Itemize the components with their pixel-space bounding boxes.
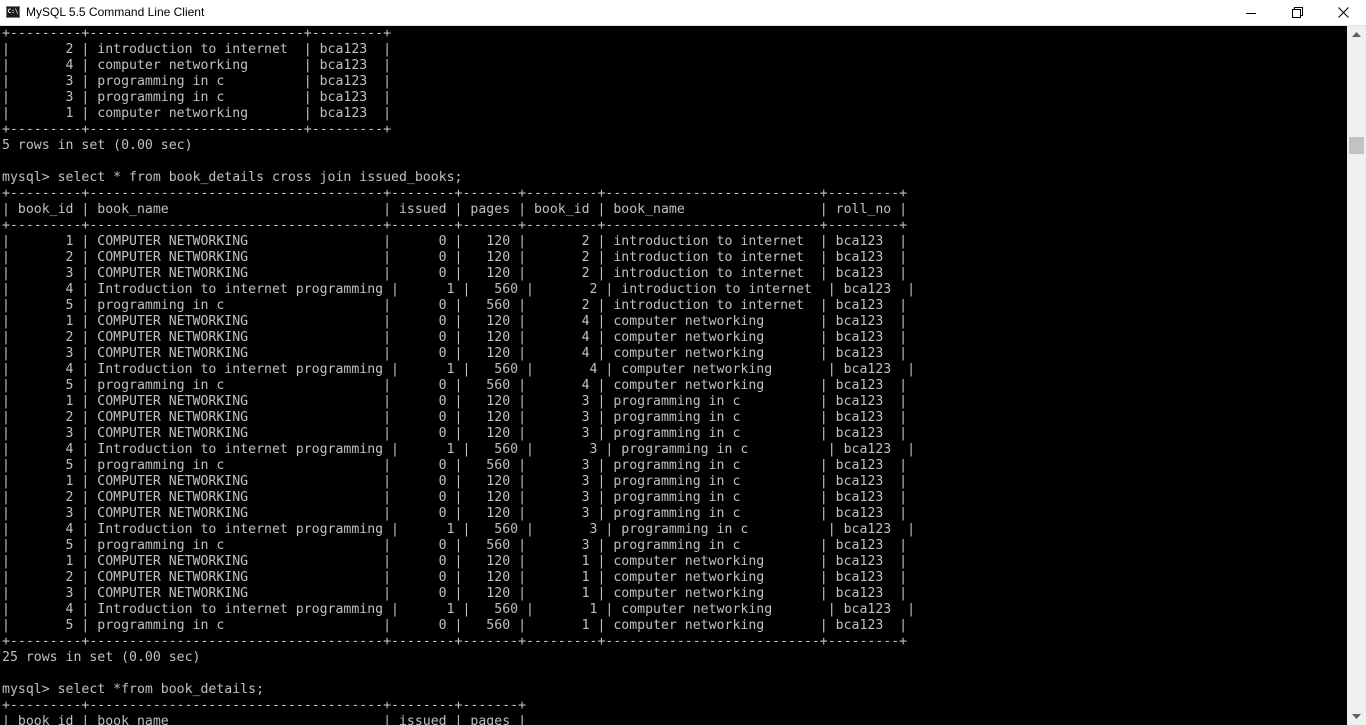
title-bar[interactable]: C:\ MySQL 5.5 Command Line Client <box>0 0 1366 26</box>
scrollbar-thumb[interactable] <box>1349 137 1364 154</box>
minimize-icon <box>1246 13 1256 14</box>
terminal-line: | 2 | COMPUTER NETWORKING | 0 | 120 | 3 … <box>2 490 908 505</box>
terminal-line: mysql> select * from book_details cross … <box>2 170 463 185</box>
terminal-line: | 3 | COMPUTER NETWORKING | 0 | 120 | 3 … <box>2 506 908 521</box>
terminal-line: | 5 | programming in c | 0 | 560 | 3 | p… <box>2 458 908 473</box>
terminal-line: +---------+-----------------------------… <box>2 634 908 649</box>
terminal-line: | 1 | computer networking | bca123 | <box>2 106 392 121</box>
scroll-down-arrow-icon <box>1352 714 1361 719</box>
terminal-line: +---------+---------------------------+-… <box>2 26 392 41</box>
restore-button[interactable] <box>1274 0 1320 25</box>
terminal-line: | 2 | COMPUTER NETWORKING | 0 | 120 | 4 … <box>2 330 908 345</box>
terminal-line: | 3 | programming in c | bca123 | <box>2 90 392 105</box>
terminal-icon: C:\ <box>6 6 20 18</box>
terminal-line: 5 rows in set (0.00 sec) <box>2 138 193 153</box>
minimize-button[interactable] <box>1228 0 1274 25</box>
terminal-line: | 2 | COMPUTER NETWORKING | 0 | 120 | 3 … <box>2 410 908 425</box>
terminal-line: | 2 | COMPUTER NETWORKING | 0 | 120 | 1 … <box>2 570 908 585</box>
terminal-line: | 5 | programming in c | 0 | 560 | 3 | p… <box>2 538 908 553</box>
terminal-line: | 4 | computer networking | bca123 | <box>2 58 392 73</box>
window-title: MySQL 5.5 Command Line Client <box>26 5 205 19</box>
terminal-line: | 5 | programming in c | 0 | 560 | 4 | c… <box>2 378 908 393</box>
terminal-line: | 4 | Introduction to internet programmi… <box>2 282 916 297</box>
scroll-down-button[interactable] <box>1347 708 1366 725</box>
terminal-line: | 5 | programming in c | 0 | 560 | 1 | c… <box>2 618 908 633</box>
terminal-line: | 5 | programming in c | 0 | 560 | 2 | i… <box>2 298 908 313</box>
terminal-line: | 2 | COMPUTER NETWORKING | 0 | 120 | 2 … <box>2 250 908 265</box>
scroll-up-arrow-icon <box>1352 32 1361 37</box>
terminal-line: | 1 | COMPUTER NETWORKING | 0 | 120 | 2 … <box>2 234 908 249</box>
terminal-line: | book_id | book_name | issued | pages | <box>2 714 527 725</box>
terminal-line: +---------+---------------------------+-… <box>2 122 392 137</box>
terminal-line: +---------+-----------------------------… <box>2 186 908 201</box>
terminal-line: | 4 | Introduction to internet programmi… <box>2 522 916 537</box>
terminal-line: | 4 | Introduction to internet programmi… <box>2 362 916 377</box>
terminal-line: | 3 | COMPUTER NETWORKING | 0 | 120 | 1 … <box>2 586 908 601</box>
terminal-line: +---------+-----------------------------… <box>2 698 527 713</box>
close-button[interactable] <box>1320 0 1366 25</box>
terminal-line: | 3 | programming in c | bca123 | <box>2 74 392 89</box>
terminal-line: 25 rows in set (0.00 sec) <box>2 650 201 665</box>
terminal-line: | 1 | COMPUTER NETWORKING | 0 | 120 | 4 … <box>2 314 908 329</box>
terminal-line: +---------+-----------------------------… <box>2 218 908 233</box>
restore-icon <box>1291 7 1303 18</box>
close-icon <box>1337 7 1349 18</box>
terminal-line: | 1 | COMPUTER NETWORKING | 0 | 120 | 1 … <box>2 554 908 569</box>
terminal-line: | 3 | COMPUTER NETWORKING | 0 | 120 | 4 … <box>2 346 908 361</box>
terminal-text: +---------+---------------------------+-… <box>2 26 915 725</box>
terminal-line: | 2 | introduction to internet | bca123 … <box>2 42 392 57</box>
terminal-line: | 1 | COMPUTER NETWORKING | 0 | 120 | 3 … <box>2 474 908 489</box>
terminal-line: | 4 | Introduction to internet programmi… <box>2 442 916 457</box>
terminal-line: mysql> select *from book_details; <box>2 682 265 697</box>
terminal-line: | book_id | book_name | issued | pages |… <box>2 202 908 217</box>
terminal-line: | 4 | Introduction to internet programmi… <box>2 602 916 617</box>
scroll-up-button[interactable] <box>1347 26 1366 43</box>
terminal-line: | 3 | COMPUTER NETWORKING | 0 | 120 | 3 … <box>2 426 908 441</box>
vertical-scrollbar[interactable] <box>1347 26 1366 725</box>
terminal-output-area[interactable]: +---------+---------------------------+-… <box>0 26 1347 725</box>
terminal-line: | 1 | COMPUTER NETWORKING | 0 | 120 | 3 … <box>2 394 908 409</box>
terminal-line: | 3 | COMPUTER NETWORKING | 0 | 120 | 2 … <box>2 266 908 281</box>
